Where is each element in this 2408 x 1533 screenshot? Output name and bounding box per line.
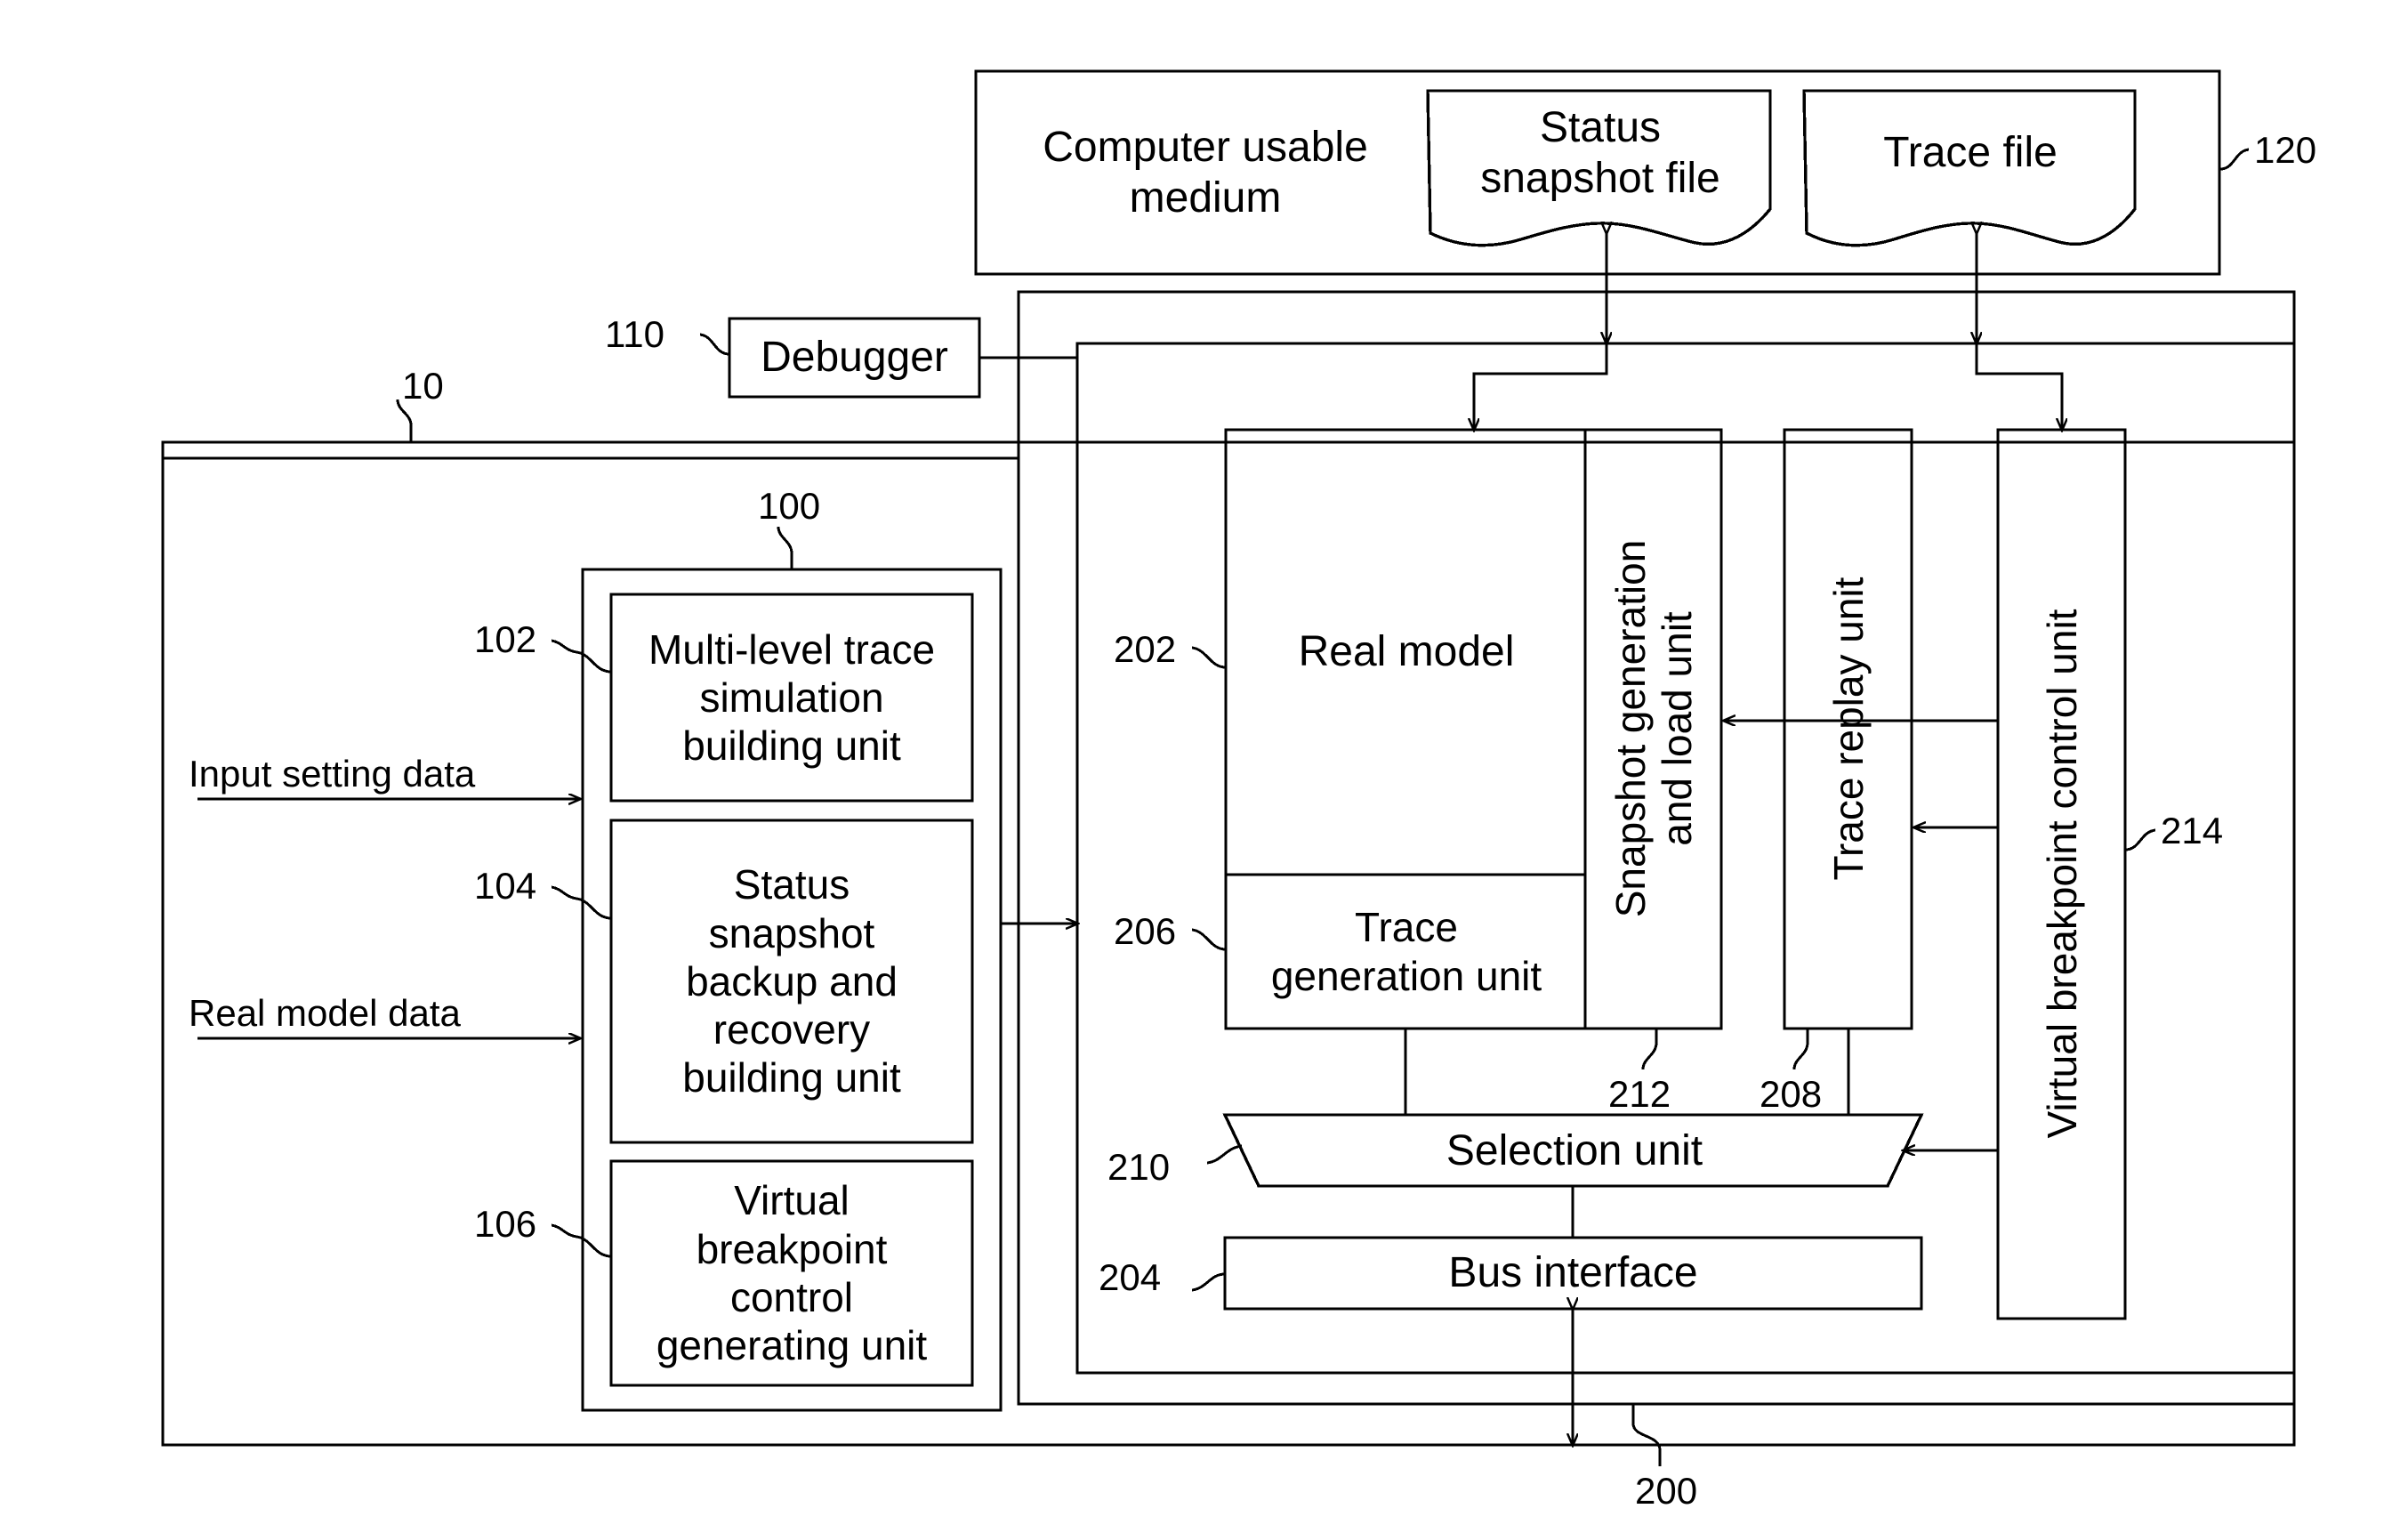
ref-202: 202: [1114, 628, 1177, 670]
status-snapshot-file-label: Status snapshot file: [1480, 103, 1720, 202]
ref-210: 210: [1107, 1146, 1171, 1188]
snapshot-generation-load-label: Snapshot generation and load unit: [1607, 539, 1700, 918]
ref-206: 206: [1114, 910, 1177, 952]
ref-208: 208: [1760, 1073, 1823, 1115]
ref-110: 110: [605, 313, 664, 355]
ref-204-leader: [1191, 1272, 1226, 1292]
ref-214: 214: [2161, 810, 2224, 851]
ref-214-leader: [2124, 828, 2156, 851]
ref-110-leader: [699, 333, 730, 356]
ref-202-leader: [1191, 646, 1227, 669]
ref-100-leader: [777, 526, 793, 569]
bus-interface-label: Bus interface: [1448, 1248, 1698, 1296]
ref-200-leader: [1631, 1404, 1662, 1466]
ref-100: 100: [758, 485, 821, 527]
real-model-label: Real model: [1298, 627, 1515, 675]
ref-102: 102: [474, 618, 537, 660]
ref-204: 204: [1099, 1256, 1162, 1298]
ref-120: 120: [2254, 129, 2317, 171]
ref-106: 106: [474, 1203, 537, 1245]
patent-figure: Computer usable medium Status snapshot f…: [0, 0, 2408, 1533]
debugger-label: Debugger: [761, 333, 948, 381]
ref-120-leader: [2219, 148, 2250, 171]
trace-file-label: Trace file: [1883, 129, 2058, 177]
ref-212: 212: [1608, 1073, 1671, 1115]
status-snapshot-backup-label: Status snapshot backup and recovery buil…: [682, 861, 901, 1101]
virtual-breakpoint-ctrl-label: Virtual breakpoint control unit: [2038, 609, 2085, 1139]
computer-usable-medium-label: Computer usable medium: [1043, 124, 1368, 222]
ref-10: 10: [402, 365, 444, 407]
ref-208-leader: [1792, 1029, 1809, 1070]
trace-generation-unit-label: Trace generation unit: [1270, 904, 1542, 999]
input-setting-data-label: Input setting data: [189, 753, 476, 795]
trace-replay-unit-label: Trace replay unit: [1824, 577, 1872, 881]
ref-206-leader: [1191, 928, 1227, 951]
real-model-data-label: Real model data: [189, 992, 461, 1034]
virtual-breakpoint-gen-label: Virtual breakpoint control generating un…: [656, 1177, 928, 1369]
multi-level-trace-label: Multi-level trace simulation building un…: [648, 625, 936, 770]
ref-104: 104: [474, 865, 537, 907]
conn-snapshot-to-real-model: [1474, 343, 1608, 430]
ref-200: 200: [1635, 1470, 1698, 1512]
ref-210-leader: [1206, 1144, 1243, 1165]
conn-trace-to-vbc: [1975, 343, 2062, 430]
selection-unit-label: Selection unit: [1446, 1126, 1703, 1174]
ref-212-leader: [1641, 1029, 1658, 1070]
